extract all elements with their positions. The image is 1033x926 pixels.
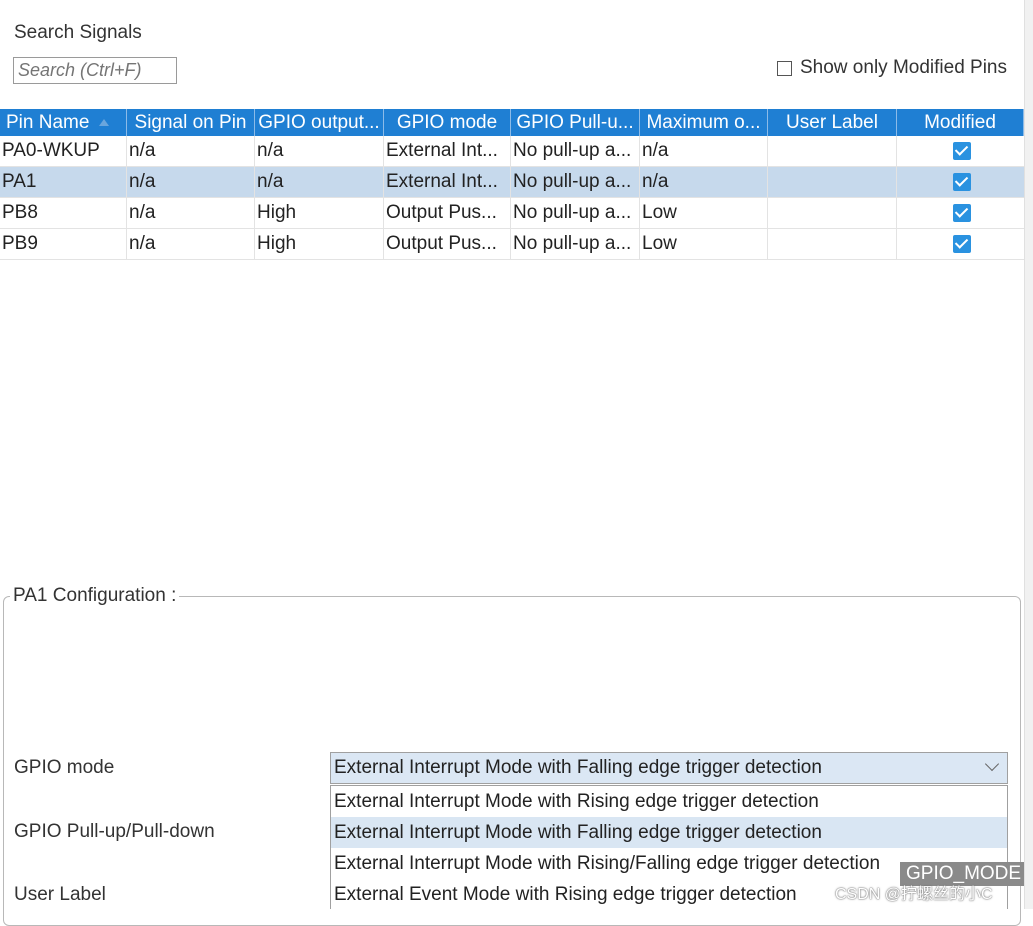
column-header-label: Pin Name (6, 111, 90, 133)
cell-signal: n/a (127, 198, 255, 228)
search-input[interactable] (13, 57, 177, 84)
table-row[interactable]: PB8 n/a High Output Pus... No pull-up a.… (0, 198, 1024, 229)
cell-user-label[interactable] (768, 167, 897, 197)
column-header-maximum[interactable]: Maximum o... (640, 109, 768, 136)
column-header-modified[interactable]: Modified (897, 109, 1024, 136)
cell-modified (897, 198, 1024, 228)
cell-gpio-mode: Output Pus... (384, 229, 511, 259)
cell-gpio-output: High (255, 198, 384, 228)
scrollbar[interactable] (1024, 0, 1033, 909)
column-header-gpio-pull[interactable]: GPIO Pull-u... (511, 109, 640, 136)
column-header-gpio-output[interactable]: GPIO output... (255, 109, 384, 136)
gpio-mode-label: GPIO mode (14, 757, 115, 778)
cell-signal: n/a (127, 229, 255, 259)
column-header-user-label[interactable]: User Label (768, 109, 897, 136)
show-modified-checkbox[interactable] (777, 60, 792, 76)
chevron-down-icon[interactable] (984, 756, 1000, 772)
gpio-mode-option[interactable]: External Interrupt Mode with Rising edge… (331, 786, 1007, 817)
column-header-gpio-mode[interactable]: GPIO mode (384, 109, 511, 136)
cell-maximum: Low (640, 198, 768, 228)
watermark: CSDN @拧螺丝的小C (835, 886, 993, 903)
cell-modified (897, 167, 1024, 197)
cell-maximum: n/a (640, 136, 768, 166)
user-label-label: User Label (14, 884, 106, 905)
gpio-mode-select[interactable]: External Interrupt Mode with Falling edg… (330, 752, 1008, 784)
cell-signal: n/a (127, 167, 255, 197)
cell-pin-name: PA0-WKUP (0, 136, 127, 166)
cell-pin-name: PA1 (0, 167, 127, 197)
cell-pin-name: PB8 (0, 198, 127, 228)
column-header-signal[interactable]: Signal on Pin (127, 109, 255, 136)
pin-table: Pin Name Signal on Pin GPIO output... GP… (0, 109, 1024, 260)
cell-gpio-mode: Output Pus... (384, 198, 511, 228)
cell-gpio-output: n/a (255, 136, 384, 166)
cell-signal: n/a (127, 136, 255, 166)
table-row[interactable]: PB9 n/a High Output Pus... No pull-up a.… (0, 229, 1024, 260)
cell-user-label[interactable] (768, 136, 897, 166)
cell-maximum: n/a (640, 167, 768, 197)
cell-gpio-pull: No pull-up a... (511, 167, 640, 197)
cell-gpio-mode: External Int... (384, 136, 511, 166)
table-row[interactable]: PA0-WKUP n/a n/a External Int... No pull… (0, 136, 1024, 167)
gpio-mode-option-highlighted[interactable]: External Interrupt Mode with Falling edg… (331, 817, 1007, 848)
modified-check-icon (952, 204, 971, 222)
cell-gpio-output: High (255, 229, 384, 259)
gpio-pull-label: GPIO Pull-up/Pull-down (14, 821, 215, 842)
cell-gpio-pull: No pull-up a... (511, 229, 640, 259)
cell-gpio-mode: External Int... (384, 167, 511, 197)
column-header-pin-name[interactable]: Pin Name (0, 109, 127, 136)
sort-ascending-icon (99, 119, 110, 126)
modified-check-icon (952, 173, 971, 191)
cell-gpio-pull: No pull-up a... (511, 136, 640, 166)
cell-modified (897, 229, 1024, 259)
cell-gpio-pull: No pull-up a... (511, 198, 640, 228)
cell-user-label[interactable] (768, 229, 897, 259)
cell-maximum: Low (640, 229, 768, 259)
search-signals-title: Search Signals (14, 22, 142, 43)
show-modified-label: Show only Modified Pins (800, 57, 1007, 78)
modified-check-icon (952, 235, 971, 253)
gpio-mode-selected-value: External Interrupt Mode with Falling edg… (334, 757, 822, 778)
cell-pin-name: PB9 (0, 229, 127, 259)
show-modified-toggle[interactable]: Show only Modified Pins (777, 57, 1007, 79)
cell-user-label[interactable] (768, 198, 897, 228)
pin-configuration-title: PA1 Configuration : (10, 585, 180, 607)
modified-check-icon (952, 142, 971, 160)
table-row-selected[interactable]: PA1 n/a n/a External Int... No pull-up a… (0, 167, 1024, 198)
cell-gpio-output: n/a (255, 167, 384, 197)
cell-modified (897, 136, 1024, 166)
table-header: Pin Name Signal on Pin GPIO output... GP… (0, 109, 1024, 136)
